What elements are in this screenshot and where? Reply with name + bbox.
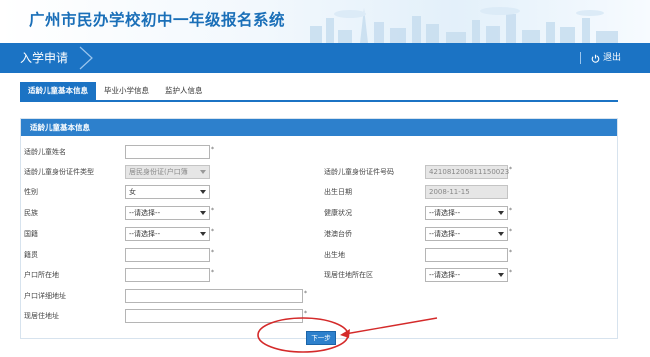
nationality-label: 国籍 [24,230,38,238]
hukou-address-label: 户口详细地址 [24,292,66,300]
tab-guardian-info[interactable]: 监护人信息 [157,82,211,100]
required-mark: * [211,228,214,235]
required-mark: * [509,269,512,276]
next-step-button[interactable]: 下一步 [306,331,336,345]
required-mark: * [211,207,214,214]
power-icon [591,54,600,63]
required-mark: * [509,249,512,256]
logout-label: 退出 [603,53,622,63]
gender-select[interactable]: 女 [125,185,210,199]
city-skyline-illustration [310,7,618,43]
hukou-location-input[interactable] [125,268,210,282]
tab-child-basic-info[interactable]: 适龄儿童基本信息 [20,82,96,100]
native-place-input[interactable] [125,248,210,262]
breadcrumb-chevron-icon [79,46,93,70]
hukou-address-input[interactable] [125,289,303,303]
native-place-label: 籍贯 [24,251,38,259]
required-mark: * [509,207,512,214]
required-mark: * [211,269,214,276]
residence-district-select[interactable]: --请选择-- [425,268,508,282]
birthplace-label: 出生地 [324,251,345,259]
ethnicity-label: 民族 [24,209,38,217]
gender-label: 性别 [24,188,38,196]
birth-date-input[interactable]: 2008-11-15 [425,185,508,199]
tab-underline [20,100,618,102]
child-name-label: 适龄儿童姓名 [24,148,66,156]
child-info-panel: 适龄儿童基本信息 [20,118,618,339]
top-nav-bar: 入学申请 退出 [0,43,650,73]
required-mark: * [509,228,512,235]
residence-address-input[interactable] [125,309,303,323]
logout-button[interactable]: 退出 [591,43,621,73]
residence-address-label: 现居住地址 [24,312,59,320]
form-tabs: 适龄儿童基本信息 毕业小学信息 监护人信息 [20,82,211,102]
residence-district-label: 现居住地所在区 [324,271,373,279]
hk-macau-tw-label: 港澳台侨 [324,230,352,238]
panel-title: 适龄儿童基本信息 [21,119,617,136]
required-mark: * [509,166,512,173]
nav-current-section[interactable]: 入学申请 [0,43,82,73]
health-label: 健康状况 [324,209,352,217]
hukou-location-label: 户口所在地 [24,271,59,279]
id-number-label: 适龄儿童身份证件号码 [324,168,394,176]
tab-primary-school-info[interactable]: 毕业小学信息 [96,82,157,100]
nav-divider [580,52,581,64]
ethnicity-select[interactable]: --请选择-- [125,206,210,220]
header-banner: 广州市民办学校初中一年级报名系统 [0,0,650,43]
nationality-select[interactable]: --请选择-- [125,227,210,241]
hk-macau-tw-select[interactable]: --请选择-- [425,227,508,241]
birthplace-input[interactable] [425,248,508,262]
id-type-label: 适龄儿童身份证件类型 [24,168,94,176]
birth-date-label: 出生日期 [324,188,352,196]
required-mark: * [211,146,214,153]
id-number-input[interactable]: 421081200811150023 [425,165,509,179]
required-mark: * [211,249,214,256]
child-name-input[interactable] [125,145,210,159]
required-mark: * [304,310,307,317]
app-title: 广州市民办学校初中一年级报名系统 [29,11,286,29]
id-type-select[interactable]: 居民身份证(户口簿 [125,165,210,179]
required-mark: * [304,290,307,297]
health-select[interactable]: --请选择-- [425,206,508,220]
